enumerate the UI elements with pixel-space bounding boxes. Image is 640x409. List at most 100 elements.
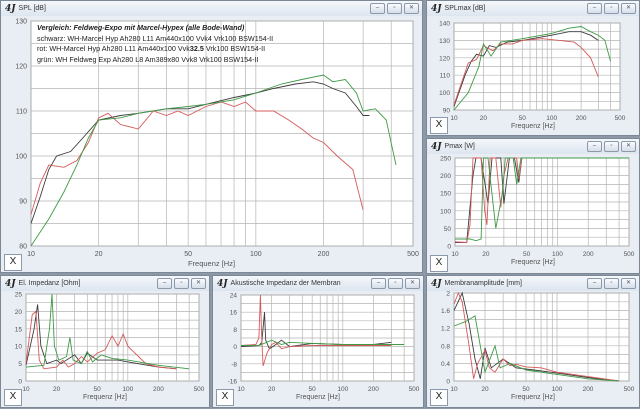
x-tick-label: 20 bbox=[53, 386, 61, 393]
y-tick-label: 120 bbox=[439, 55, 450, 62]
annotation-text: Vrk100 BSW154-II bbox=[203, 44, 266, 53]
chart-pmax: 0 50 100 150 200 250 10 20 50 100 200 500 bbox=[440, 156, 635, 259]
x-tick-label: 50 bbox=[523, 251, 531, 258]
x-tick-label: 100 bbox=[122, 386, 133, 393]
app-logo-icon: 4J bbox=[5, 3, 16, 14]
x-axis-label: Frequenz [Hz] bbox=[511, 394, 555, 401]
x-tick-label: 500 bbox=[624, 386, 635, 393]
close-chart-button[interactable]: X bbox=[430, 255, 448, 272]
annotation-title: Vergleich: Feldweg-Expo mit Marcel-Hypex… bbox=[37, 23, 245, 32]
x-tick-label: 10 bbox=[450, 386, 458, 393]
y-tick-label: 1.6 bbox=[441, 308, 450, 315]
close-chart-button[interactable]: X bbox=[216, 389, 234, 406]
y-tick-label: 0.8 bbox=[441, 343, 450, 350]
y-tick-label: 100 bbox=[439, 90, 450, 97]
close-button[interactable]: ✕ bbox=[404, 3, 419, 14]
y-tick-label: 90 bbox=[443, 108, 451, 115]
x-tick-label: 200 bbox=[583, 386, 594, 393]
window-splmax: 4J SPLmax [dB] – ▫ ✕ 90 100 110 120 130 140 10 20 50 1… bbox=[426, 0, 640, 136]
x-tick-label: 200 bbox=[153, 386, 164, 393]
close-chart-button[interactable]: X bbox=[430, 117, 448, 134]
y-tick-label: 20 bbox=[15, 309, 23, 316]
annotation-line-black: schwarz: WH-Marcel Hyp Ah280 L11 Am440x1… bbox=[37, 33, 274, 43]
chart-mem: 0 0.4 0.8 1.2 1.6 2 10 20 50 100 200 500 bbox=[441, 291, 635, 394]
y-tick-label: 5 bbox=[18, 361, 22, 368]
window-title: SPL [dB] bbox=[18, 5, 46, 12]
window-acoustic-impedance: 4J Akustische Impedanz der Membran – ▫ ✕ -16-… bbox=[212, 275, 424, 408]
y-tick-label: 24 bbox=[230, 293, 238, 300]
y-tick-label: 0 bbox=[18, 379, 22, 386]
y-tick-label: 150 bbox=[440, 191, 451, 198]
x-tick-label: 200 bbox=[576, 115, 587, 122]
y-tick-label: 200 bbox=[440, 173, 451, 180]
y-tick-label: 130 bbox=[439, 38, 450, 45]
y-tick-label: 25 bbox=[15, 292, 23, 299]
close-chart-button[interactable]: X bbox=[4, 389, 22, 406]
window-pmax: 4J Pmax [W] – ▫ ✕ 0 50 100 150 200 250 10 20 50 100 200… bbox=[426, 138, 640, 274]
x-tick-label: 100 bbox=[552, 251, 563, 258]
y-tick-label: -8 bbox=[231, 361, 237, 368]
x-tick-label: 50 bbox=[309, 386, 317, 393]
y-tick-label: 90 bbox=[19, 199, 27, 206]
x-tick-label: 500 bbox=[409, 386, 420, 393]
x-tick-label: 20 bbox=[268, 386, 276, 393]
chart-splmax: 90 100 110 120 130 140 10 20 50 100 200 500 bbox=[439, 21, 626, 123]
x-tick-label: 20 bbox=[480, 115, 488, 122]
close-chart-button[interactable]: X bbox=[430, 389, 448, 406]
annotation-text: rot: WH-Marcel Hyp Ah280 L11 Am440x100 V… bbox=[37, 44, 190, 53]
x-tick-label: 50 bbox=[522, 386, 530, 393]
y-tick-label: 250 bbox=[440, 156, 451, 163]
y-tick-label: 110 bbox=[16, 109, 27, 116]
y-tick-label: 140 bbox=[439, 21, 450, 28]
y-tick-label: 110 bbox=[440, 73, 451, 80]
y-tick-label: 10 bbox=[15, 344, 23, 351]
x-tick-label: 10 bbox=[451, 251, 459, 258]
x-tick-label: 20 bbox=[481, 386, 489, 393]
x-tick-label: 20 bbox=[482, 251, 490, 258]
annotation-line-red: rot: WH-Marcel Hyp Ah280 L11 Am440x100 V… bbox=[37, 44, 273, 55]
y-tick-label: 130 bbox=[15, 19, 27, 26]
x-tick-label: 500 bbox=[407, 251, 419, 258]
minimize-button[interactable]: – bbox=[370, 3, 385, 14]
y-tick-label: 120 bbox=[15, 64, 27, 71]
x-tick-label: 200 bbox=[368, 386, 379, 393]
x-tick-label: 100 bbox=[552, 386, 563, 393]
y-tick-label: 100 bbox=[15, 154, 27, 161]
window-membrane-amplitude: 4J Membranamplitude [mm] – ▫ ✕ 0 0.4 0.8 1.2 1.6 2… bbox=[426, 275, 640, 408]
title-bar[interactable]: 4J SPL [dB] – ▫ ✕ bbox=[1, 1, 422, 16]
y-tick-label: 100 bbox=[440, 208, 451, 215]
x-tick-label: 50 bbox=[94, 386, 102, 393]
x-tick-label: 200 bbox=[583, 251, 594, 258]
x-axis-label: Frequenz [Hz] bbox=[511, 259, 555, 266]
x-tick-label: 10 bbox=[450, 115, 458, 122]
maximize-button[interactable]: ▫ bbox=[387, 3, 402, 14]
y-tick-label: 50 bbox=[444, 226, 452, 233]
x-tick-label: 50 bbox=[184, 251, 192, 258]
x-axis-label: Frequenz [Hz] bbox=[511, 123, 555, 130]
window-impedance: 4J El. Impedanz [Ohm] – ▫ ✕ 0 5 10 15 20 25 10 20 50 1… bbox=[0, 275, 210, 408]
window-controls: – ▫ ✕ bbox=[370, 3, 419, 14]
y-tick-label: 15 bbox=[15, 326, 23, 333]
annotation-line-green: grün: WH Feldweg Exp Ah280 L8 Am389x80 V… bbox=[37, 54, 259, 64]
chart-imp: 0 5 10 15 20 25 10 20 50 100 200 500 bbox=[15, 292, 205, 394]
y-tick-label: 0 bbox=[447, 244, 451, 251]
chart-ac: -16 -8 0 8 16 24 10 20 50 100 200 500 bbox=[228, 293, 420, 394]
close-chart-button[interactable]: X bbox=[4, 254, 22, 271]
y-tick-label: 80 bbox=[19, 244, 27, 251]
y-tick-label: 8 bbox=[233, 327, 237, 334]
x-tick-label: 10 bbox=[27, 251, 35, 258]
y-tick-label: 0 bbox=[446, 379, 450, 386]
y-tick-label: 2 bbox=[446, 291, 450, 298]
y-tick-label: 1.2 bbox=[441, 326, 450, 333]
x-tick-label: 500 bbox=[624, 251, 635, 258]
x-axis-label: Frequenz [Hz] bbox=[83, 394, 127, 401]
x-tick-label: 100 bbox=[337, 386, 348, 393]
window-spl: 80 90 100 110 120 130 10 20 50 100 200 500 Vergleic… bbox=[0, 0, 423, 273]
x-axis-label: Frequenz [Hz] bbox=[296, 394, 340, 401]
x-tick-label: 500 bbox=[615, 115, 626, 122]
x-axis-label: Frequenz [Hz] bbox=[187, 259, 236, 268]
y-tick-label: -16 bbox=[228, 379, 238, 386]
chart-annotation: Vergleich: Feldweg-Expo mit Marcel-Hypex… bbox=[37, 23, 273, 65]
x-tick-label: 500 bbox=[194, 386, 205, 393]
y-tick-label: 0.4 bbox=[441, 361, 450, 368]
